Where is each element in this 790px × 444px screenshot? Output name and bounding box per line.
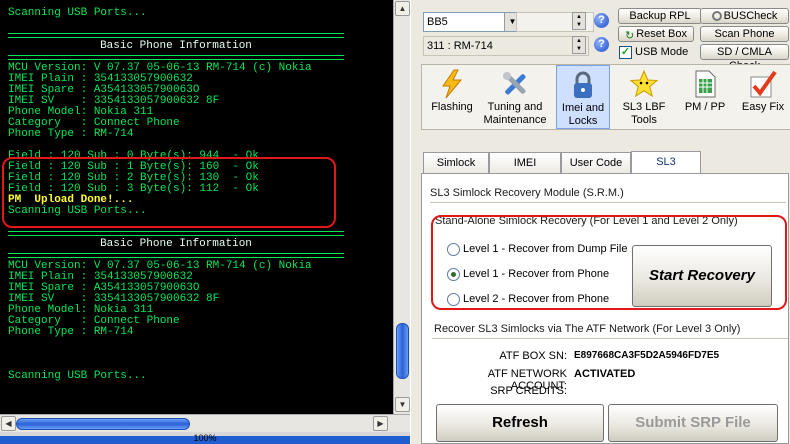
tool-label: Maintenance: [483, 114, 547, 126]
horizontal-scroll-thumb[interactable]: [16, 418, 190, 430]
tools-icon: [503, 72, 526, 95]
atf-account-value: ACTIVATED: [574, 368, 636, 380]
divider: [430, 202, 786, 203]
tool-imei-locks[interactable]: Imei and Locks: [556, 65, 610, 129]
console-line: Basic Phone Information: [100, 238, 252, 250]
buscheck-button[interactable]: BUSCheck: [700, 8, 789, 24]
tool-strip: Flashing Tuning and Maintenance Imei and L…: [421, 64, 790, 130]
tab-user-code[interactable]: User Code: [561, 152, 631, 173]
atf-box-sn-value: E897668CA3F5D2A5946FD7E5: [574, 350, 720, 361]
console-line: Scanning USB Ports...: [8, 7, 147, 19]
usb-mode-label: USB Mode: [635, 46, 689, 58]
sd-cmla-check-button[interactable]: SD / CMLA Check: [700, 44, 789, 72]
progress-label: 100%: [0, 432, 410, 444]
tool-label: PM / PP: [684, 101, 726, 113]
tool-pm-pp[interactable]: PM / PP: [678, 65, 732, 129]
console-line: Phone Type : RM-714: [8, 128, 134, 140]
reset-box-button[interactable]: ↻ Reset Box: [618, 26, 694, 42]
checkmark-icon: [750, 70, 777, 98]
submit-srp-file-button[interactable]: Submit SRP File: [608, 404, 778, 442]
scroll-up-button[interactable]: ▲: [395, 1, 410, 16]
tool-label: Imei and: [561, 102, 605, 114]
tool-label: Easy Fix: [741, 101, 785, 113]
vertical-scroll-thumb[interactable]: [396, 323, 409, 379]
tool-sl3-lbf[interactable]: SL3 LBF Tools: [616, 65, 672, 129]
backup-rpl-button[interactable]: Backup RPL: [618, 8, 702, 24]
tool-label: SL3 LBF: [622, 101, 666, 113]
console-line: Basic Phone Information: [100, 40, 252, 52]
module-title: SL3 Simlock Recovery Module (S.R.M.): [430, 187, 624, 199]
tool-flashing[interactable]: Flashing: [428, 65, 476, 129]
standalone-highlight: [431, 215, 787, 310]
buscheck-label: BUSCheck: [723, 10, 778, 22]
scroll-right-button[interactable]: ▶: [373, 416, 388, 431]
spin-icon[interactable]: ▲ ▼: [572, 12, 586, 30]
refresh-icon: ↻: [625, 30, 635, 42]
right-panel: BB5 ▼ ▲ ▼ ? 311 : RM-714 ▲ ▼ ? Backup RPL …: [410, 0, 790, 444]
reset-box-label: Reset Box: [636, 28, 687, 40]
tool-label: Tuning and: [487, 101, 543, 113]
platform-select-value: BB5: [427, 16, 448, 28]
scroll-left-button[interactable]: ◀: [1, 416, 16, 431]
console-separator: [8, 231, 344, 236]
tab-sl3-recovery[interactable]: SL3 Recovery: [631, 151, 701, 188]
console-log: Scanning USB Ports... Basic Phone Informa…: [0, 0, 393, 414]
divider: [432, 338, 788, 339]
model-select[interactable]: 311 : RM-714: [423, 36, 589, 56]
atf-group-title: Recover SL3 Simlocks via The ATF Network…: [434, 323, 741, 335]
console-separator: [8, 33, 344, 38]
help-icon[interactable]: ?: [594, 13, 609, 28]
tab-imei[interactable]: IMEI: [489, 152, 561, 173]
spin-icon[interactable]: ▲ ▼: [572, 36, 586, 54]
tool-label: Flashing: [431, 101, 473, 113]
tool-label: Locks: [568, 115, 598, 127]
console-separator: [8, 253, 344, 258]
console-separator: [8, 55, 344, 60]
gear-icon: [711, 11, 722, 21]
tool-tuning-maintenance[interactable]: Tuning and Maintenance: [480, 65, 550, 129]
padlock-icon: [574, 71, 592, 98]
field-upload-highlight: [2, 157, 336, 228]
console-vertical-scrollbar[interactable]: ▲ ▼: [393, 0, 410, 414]
lightning-icon: [442, 69, 463, 99]
document-icon: [695, 70, 716, 98]
scan-phone-button[interactable]: Scan Phone: [700, 26, 789, 42]
help-icon[interactable]: ?: [594, 37, 609, 52]
console-line: Scanning USB Ports...: [8, 370, 147, 382]
tab-simlock[interactable]: Simlock: [423, 152, 489, 173]
usb-mode-checkbox[interactable]: ✓: [619, 46, 632, 59]
sl3-recovery-panel: SL3 Simlock Recovery Module (S.R.M.) Sta…: [421, 173, 789, 444]
model-select-value: 311 : RM-714: [427, 40, 493, 52]
console-line: Phone Type : RM-714: [8, 326, 134, 338]
console-horizontal-scrollbar[interactable]: ◀ ▶: [0, 414, 410, 432]
scroll-down-button[interactable]: ▼: [395, 397, 410, 412]
platform-select[interactable]: BB5 ▼: [423, 12, 521, 32]
tool-label: Tools: [631, 114, 657, 126]
refresh-button[interactable]: Refresh: [436, 404, 604, 442]
star-icon: [629, 69, 659, 98]
atf-box-sn-label: ATF BOX SN:: [499, 350, 567, 362]
tool-easy-fix[interactable]: Easy Fix: [736, 65, 790, 129]
srp-credits-label: SRP CREDITS:: [490, 385, 567, 397]
